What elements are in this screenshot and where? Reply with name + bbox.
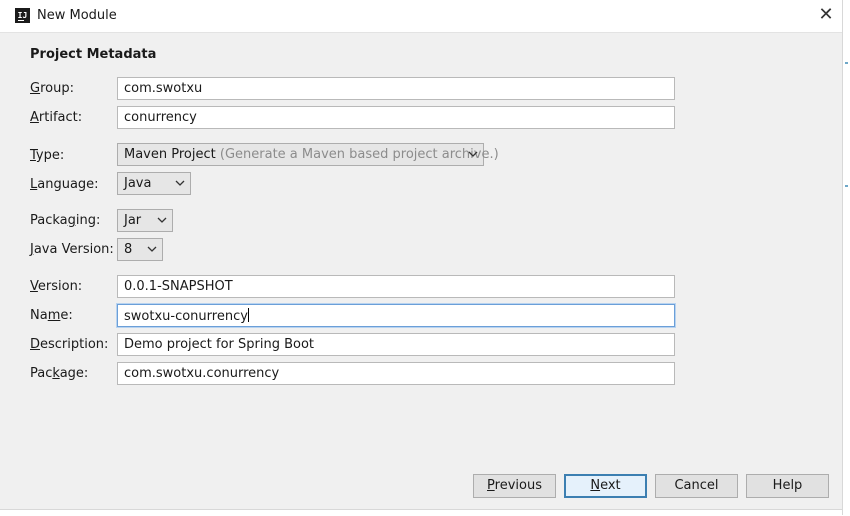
java-version-value: 8 (124, 242, 133, 257)
type-label: Type: (30, 148, 65, 163)
language-value: Java (124, 176, 152, 191)
section-title: Project Metadata (30, 47, 157, 62)
text-caret (247, 308, 249, 322)
chevron-down-icon (147, 246, 157, 252)
title-bar: IJ New Module ✕ (0, 0, 842, 33)
packaging-value: Jar (124, 213, 142, 228)
chevron-down-icon (175, 180, 185, 186)
chevron-down-icon (157, 217, 167, 223)
type-select[interactable]: Maven Project (Generate a Maven based pr… (117, 143, 499, 166)
previous-button[interactable]: Previous (473, 474, 556, 498)
close-icon: ✕ (818, 4, 834, 25)
packaging-label: Packaging: (30, 213, 101, 228)
java-version-select[interactable]: 8 (117, 238, 163, 261)
type-hint: (Generate a Maven based project archive.… (219, 147, 499, 162)
name-input[interactable]: swotxu-conurrency (117, 304, 675, 327)
description-label: Description: (30, 337, 109, 352)
name-value: swotxu-conurrency (124, 309, 248, 324)
group-input[interactable]: com.swotxu (117, 77, 675, 100)
name-label: Name: (30, 308, 73, 323)
language-label: Language: (30, 177, 99, 192)
version-label: Version: (30, 279, 83, 294)
new-module-dialog: IJ New Module ✕ Project Metadata Group: … (0, 0, 850, 516)
background-window-edge (842, 0, 850, 515)
next-button[interactable]: Next (564, 474, 647, 498)
type-value: Maven Project (124, 147, 216, 162)
artifact-input[interactable]: conurrency (117, 106, 675, 129)
close-button[interactable]: ✕ (812, 4, 840, 28)
java-version-label: Java Version: (30, 242, 114, 257)
description-input[interactable]: Demo project for Spring Boot (117, 333, 675, 356)
intellij-icon: IJ (15, 8, 30, 23)
cancel-button[interactable]: Cancel (655, 474, 738, 498)
language-select[interactable]: Java (117, 172, 191, 195)
packaging-select[interactable]: Jar (117, 209, 173, 232)
artifact-label: Artifact: (30, 110, 83, 125)
chevron-down-icon (468, 151, 478, 157)
group-label: Group: (30, 81, 74, 96)
edge-mark (845, 185, 848, 187)
help-button[interactable]: Help (746, 474, 829, 498)
package-input[interactable]: com.swotxu.conurrency (117, 362, 675, 385)
version-input[interactable]: 0.0.1-SNAPSHOT (117, 275, 675, 298)
window-title: New Module (37, 8, 117, 23)
edge-mark (845, 62, 848, 64)
package-label: Package: (30, 366, 89, 381)
